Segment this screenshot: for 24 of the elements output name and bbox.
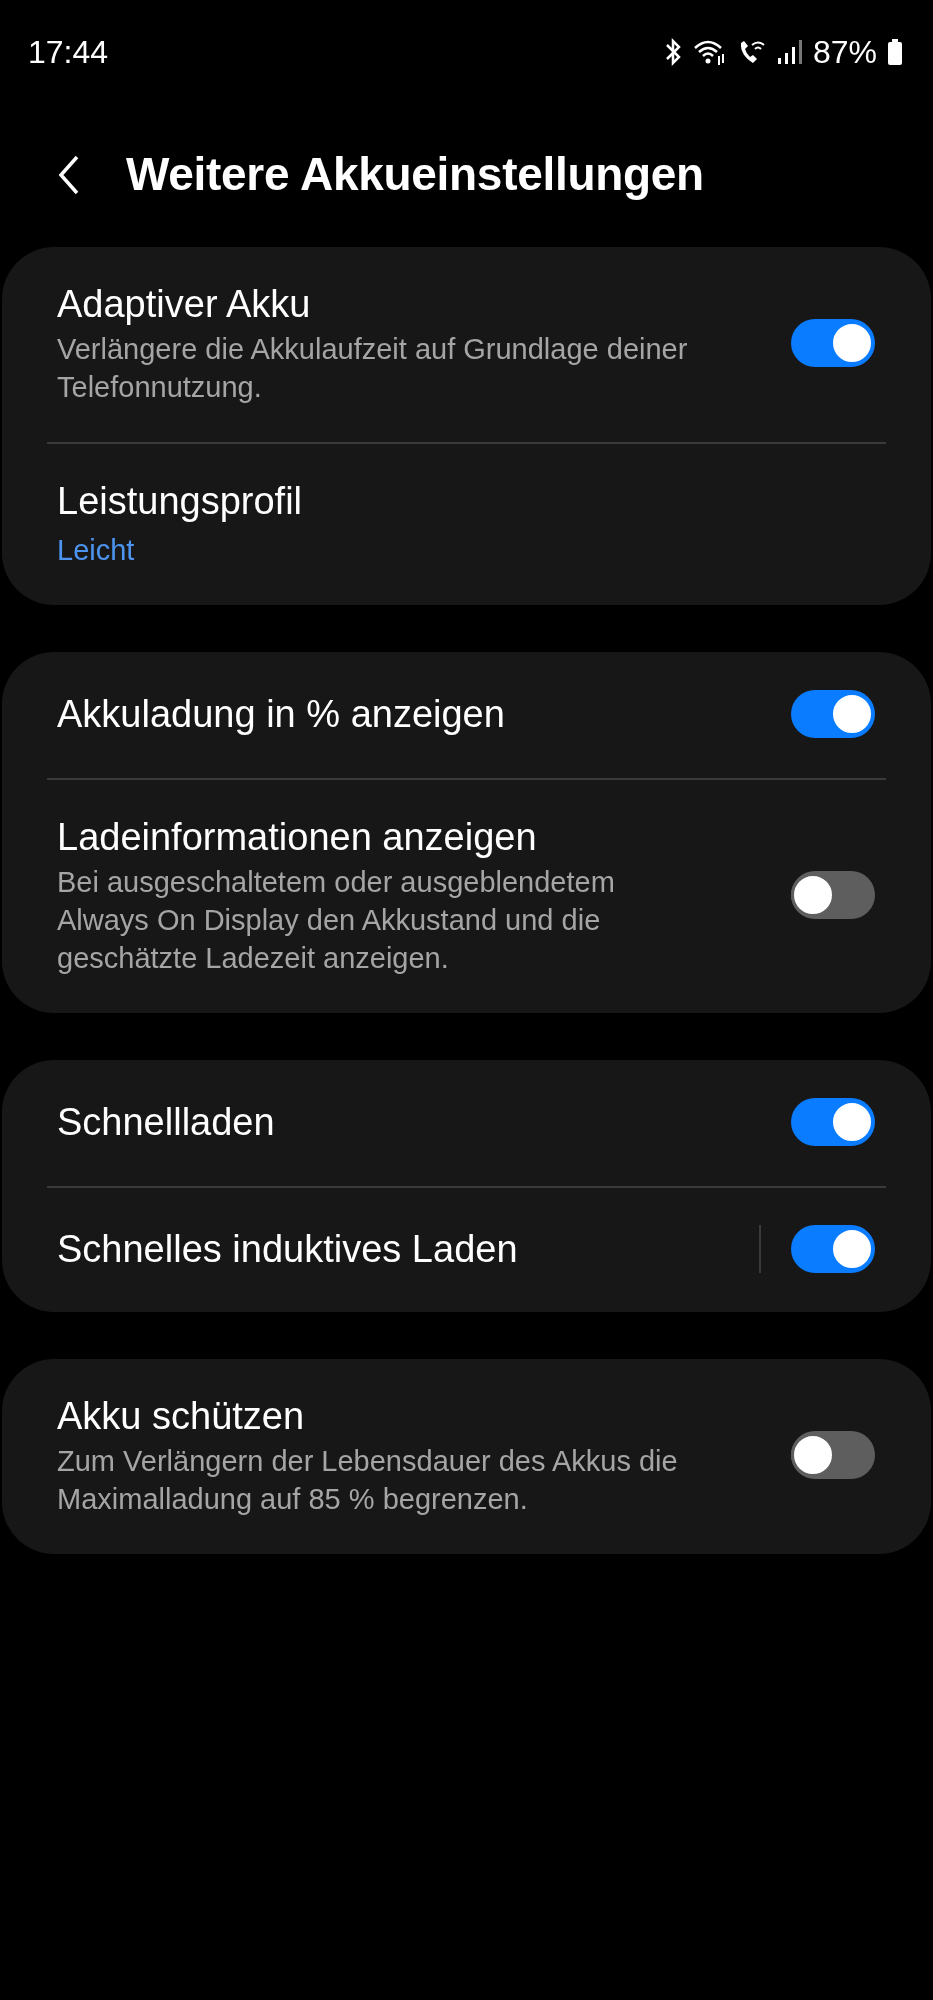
toggle-switch[interactable] — [791, 1431, 875, 1479]
page-title: Weitere Akkueinstellungen — [126, 147, 704, 202]
setting-description: Zum Verlängern der Lebensdauer des Akkus die Maximalladung auf 85 % begrenzen. — [57, 1444, 679, 1517]
setting-title[interactable]: Adaptiver Akku — [57, 280, 791, 328]
wifi-icon — [692, 38, 727, 66]
signal-icon — [776, 38, 803, 66]
toggle-switch[interactable] — [791, 871, 875, 919]
setting-title[interactable]: Schnellladen — [57, 1097, 791, 1146]
battery-icon — [887, 38, 903, 66]
toggle-switch[interactable] — [791, 1097, 875, 1146]
clock-time: 17:44 — [28, 33, 109, 72]
setting-value: Leicht — [57, 533, 136, 568]
setting-description: Verlängere die Akkulaufzeit auf Grundlage deiner Telefonnutzung. — [57, 332, 689, 405]
setting-title[interactable]: Akkuladung in % anzeigen — [57, 689, 791, 738]
back-icon — [58, 154, 80, 195]
toggle-switch[interactable] — [791, 1224, 875, 1273]
setting-title[interactable]: Schnelles induktives Laden — [57, 1224, 759, 1273]
setting-title[interactable]: Leistungsprofil — [57, 477, 875, 525]
battery-percentage: 87% — [812, 33, 877, 72]
setting-title[interactable]: Akku schützen — [57, 1392, 791, 1440]
setting-title[interactable]: Ladeinformationen anzeigen — [57, 813, 791, 861]
toggle-switch[interactable] — [791, 319, 875, 367]
toggle-switch[interactable] — [791, 689, 875, 738]
setting-description: Bei ausgeschaltetem oder ausgeblendetem Always On Display den Akkustand und die geschätzte Ladezeit anzeigen. — [57, 865, 616, 976]
